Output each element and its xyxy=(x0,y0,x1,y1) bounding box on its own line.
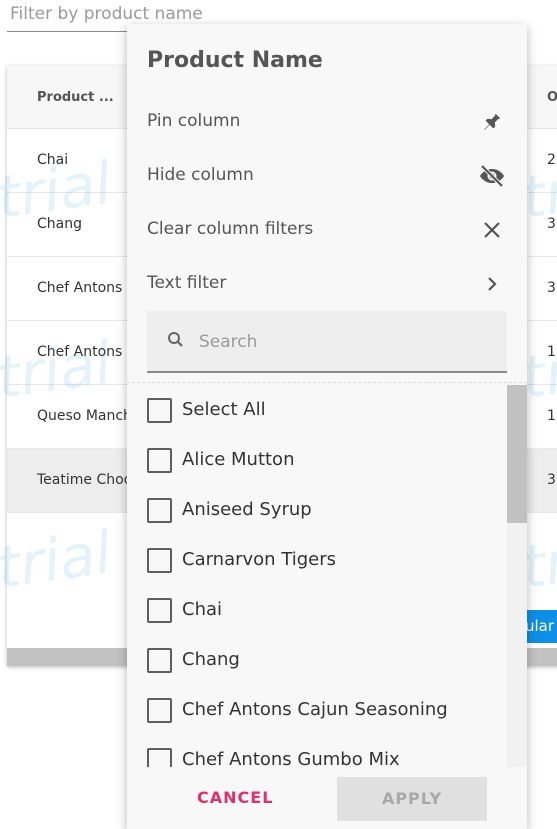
cell-value: 3 xyxy=(547,472,556,488)
search-box[interactable] xyxy=(147,311,507,373)
list-item-label: Chai xyxy=(182,599,223,620)
menu-item-label: Clear column filters xyxy=(147,219,314,239)
checkbox[interactable] xyxy=(147,648,172,673)
header-second-column[interactable]: O xyxy=(547,90,557,105)
menu-item-label: Hide column xyxy=(147,165,254,185)
close-icon xyxy=(477,215,507,245)
checkbox[interactable] xyxy=(147,448,172,473)
column-menu: Product Name Pin column Hide column Clea… xyxy=(127,24,527,829)
list-item[interactable]: Alice Mutton xyxy=(127,435,507,485)
cell-product: Queso Manch xyxy=(37,408,132,424)
cell-product: Chef Antons C xyxy=(37,280,137,296)
list-item-label: Alice Mutton xyxy=(182,449,295,470)
menu-footer: CANCEL APPLY xyxy=(127,767,527,829)
list-item[interactable]: Carnarvon Tigers xyxy=(127,535,507,585)
list-item[interactable]: Chai xyxy=(127,585,507,635)
list-item-select-all[interactable]: Select All xyxy=(127,385,507,435)
menu-item-text-filter[interactable]: Text filter xyxy=(127,257,527,311)
apply-button[interactable]: APPLY xyxy=(337,777,487,821)
chevron-right-icon xyxy=(477,269,507,299)
cell-product: Teatime Choc xyxy=(37,472,132,488)
list-item-label: Select All xyxy=(182,399,266,420)
eye-off-icon xyxy=(477,161,507,191)
pin-icon xyxy=(477,107,507,137)
menu-item-label: Text filter xyxy=(147,273,227,293)
checkbox[interactable] xyxy=(147,598,172,623)
checkbox[interactable] xyxy=(147,548,172,573)
list-scrollbar[interactable] xyxy=(507,385,527,767)
list-item[interactable]: Chef Antons Cajun Seasoning xyxy=(127,685,507,735)
list-item-label: Carnarvon Tigers xyxy=(182,549,337,570)
list-item[interactable]: Aniseed Syrup xyxy=(127,485,507,535)
checkbox[interactable] xyxy=(147,498,172,523)
list-item-label: Chang xyxy=(182,649,240,670)
menu-title: Product Name xyxy=(147,48,323,73)
cancel-button[interactable]: CANCEL xyxy=(197,788,273,807)
trial-watermark: trial xyxy=(0,518,116,602)
scrollbar-thumb[interactable] xyxy=(507,385,527,523)
search-icon xyxy=(167,331,185,353)
header-product-name[interactable]: Product ... xyxy=(37,90,114,105)
cell-value: 3 xyxy=(547,280,556,296)
list-item-label: Chef Antons Gumbo Mix xyxy=(182,749,400,767)
list-item[interactable]: Chef Antons Gumbo Mix xyxy=(127,735,507,767)
filter-value-list: Select All Alice Mutton Aniseed Syrup Ca… xyxy=(127,385,527,767)
checkbox[interactable] xyxy=(147,398,172,423)
list-item-label: Aniseed Syrup xyxy=(182,499,312,520)
divider xyxy=(127,382,527,383)
list-item[interactable]: Chang xyxy=(127,635,507,685)
search-input[interactable] xyxy=(199,327,489,357)
menu-item-clear-filters[interactable]: Clear column filters xyxy=(127,203,527,257)
cell-value: 1 xyxy=(547,408,556,424)
checkbox[interactable] xyxy=(147,698,172,723)
list-item-label: Chef Antons Cajun Seasoning xyxy=(182,699,448,720)
menu-item-hide-column[interactable]: Hide column xyxy=(127,149,527,203)
checkbox[interactable] xyxy=(147,748,172,767)
menu-item-label: Pin column xyxy=(147,111,241,131)
menu-item-pin-column[interactable]: Pin column xyxy=(127,95,527,149)
